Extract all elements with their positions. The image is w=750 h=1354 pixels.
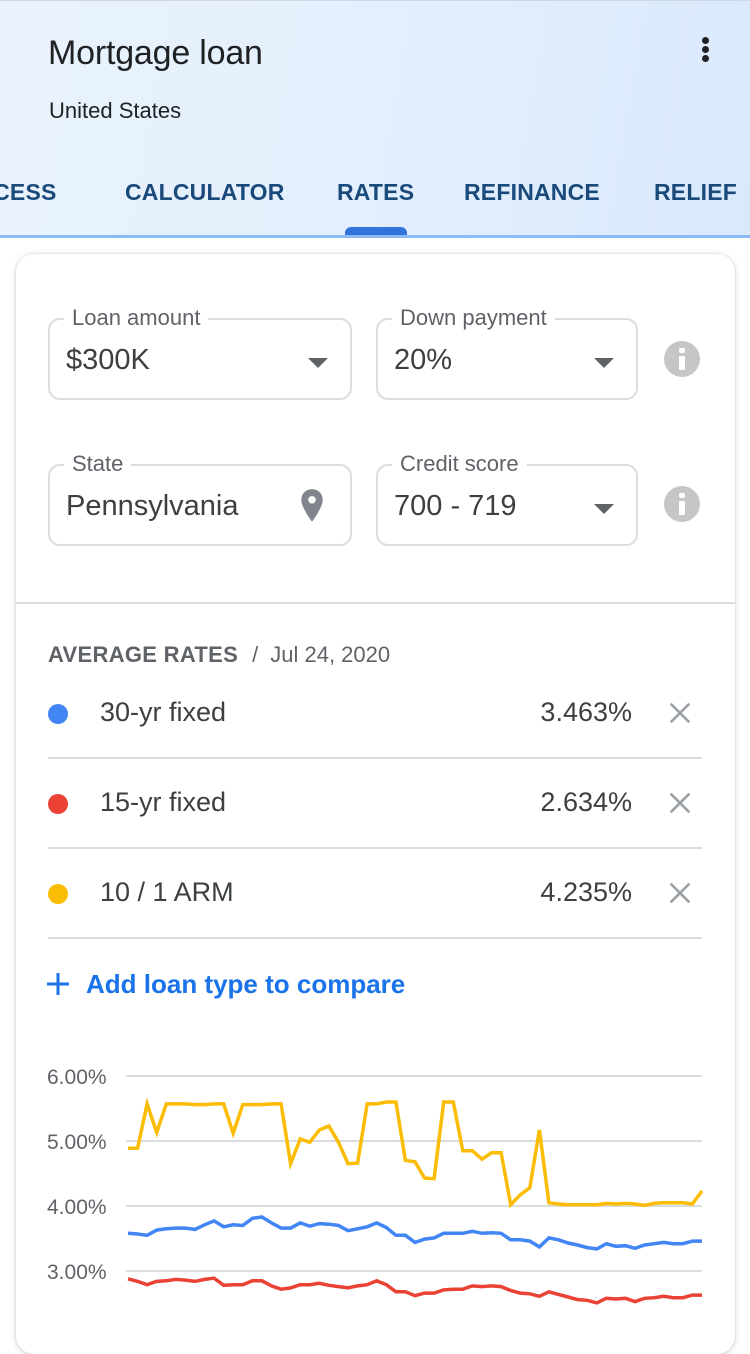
active-tab-indicator [345, 227, 407, 235]
y-tick-label: 3.00% [47, 1261, 107, 1284]
series-line-15-yr-fixed[interactable] [127, 1276, 702, 1305]
close-icon[interactable] [666, 699, 694, 727]
down-payment-value: 20% [394, 344, 453, 376]
down-payment-label: Down payment [392, 305, 555, 331]
dropdown-caret-icon [594, 358, 614, 368]
rate-value: 2.634% [540, 787, 632, 817]
tab-rates[interactable]: RATES [337, 179, 414, 206]
rates-history-chart: 6.00% 5.00% 4.00% 3.00% [47, 1066, 704, 1305]
page-subtitle: United States [49, 98, 182, 123]
y-tick-label: 5.00% [47, 1131, 107, 1154]
rate-name: 10 / 1 ARM [100, 877, 234, 907]
add-loan-type-label: Add loan type to compare [86, 969, 406, 999]
average-rates-title: AVERAGE RATES [48, 642, 239, 667]
close-icon[interactable] [666, 879, 694, 907]
state-label: State [64, 451, 132, 477]
rate-value: 3.463% [540, 697, 632, 727]
state-input[interactable]: State Pennsylvania [48, 451, 352, 546]
close-icon[interactable] [666, 789, 694, 817]
average-rates-header: AVERAGE RATES / Jul 24, 2020 [48, 642, 390, 668]
tab-relief[interactable]: RELIEF [654, 179, 737, 206]
plus-icon [47, 973, 69, 995]
credit-score-value: 700 - 719 [394, 490, 517, 522]
dropdown-caret-icon [308, 358, 328, 368]
info-icon[interactable] [664, 486, 700, 522]
rate-name: 15-yr fixed [100, 787, 227, 817]
y-tick-label: 4.00% [47, 1196, 107, 1219]
credit-score-label: Credit score [392, 451, 527, 477]
app-header: Mortgage loan United States OCESS CALCUL… [0, 0, 750, 238]
rates-date: Jul 24, 2020 [270, 642, 391, 667]
rate-row-30yr: 30-yr fixed 3.463% [48, 669, 702, 759]
state-value: Pennsylvania [66, 490, 239, 522]
series-line-10-1-arm[interactable] [128, 1097, 704, 1209]
loan-amount-label: Loan amount [64, 305, 209, 331]
credit-score-select[interactable]: Credit score 700 - 719 [376, 451, 638, 546]
series-line-30-yr-fixed[interactable] [127, 1215, 702, 1251]
rate-value: 4.235% [540, 877, 632, 907]
dropdown-caret-icon [594, 504, 614, 514]
section-divider [16, 602, 735, 604]
page-title: Mortgage loan [48, 34, 263, 72]
series-color-dot [48, 794, 68, 814]
loan-amount-value: $300K [66, 344, 150, 376]
header-separator: / [252, 642, 259, 667]
loan-amount-select[interactable]: Loan amount $300K [48, 305, 352, 400]
rates-card: Loan amount $300K Down payment 20% State… [16, 254, 735, 1354]
info-icon[interactable] [664, 341, 700, 377]
tab-calculator[interactable]: CALCULATOR [125, 179, 285, 206]
series-color-dot [48, 704, 68, 724]
series-color-dot [48, 884, 68, 904]
rate-name: 30-yr fixed [100, 697, 227, 727]
y-tick-label: 6.00% [47, 1066, 107, 1089]
down-payment-select[interactable]: Down payment 20% [376, 305, 638, 400]
row-divider [48, 937, 702, 939]
rate-row-15yr: 15-yr fixed 2.634% [48, 759, 702, 849]
tab-refinance[interactable]: REFINANCE [464, 179, 600, 206]
location-pin-icon[interactable] [298, 488, 326, 524]
more-vert-icon[interactable] [690, 33, 722, 73]
rate-row-arm: 10 / 1 ARM 4.235% [48, 849, 702, 939]
tab-process[interactable]: OCESS [0, 179, 57, 206]
